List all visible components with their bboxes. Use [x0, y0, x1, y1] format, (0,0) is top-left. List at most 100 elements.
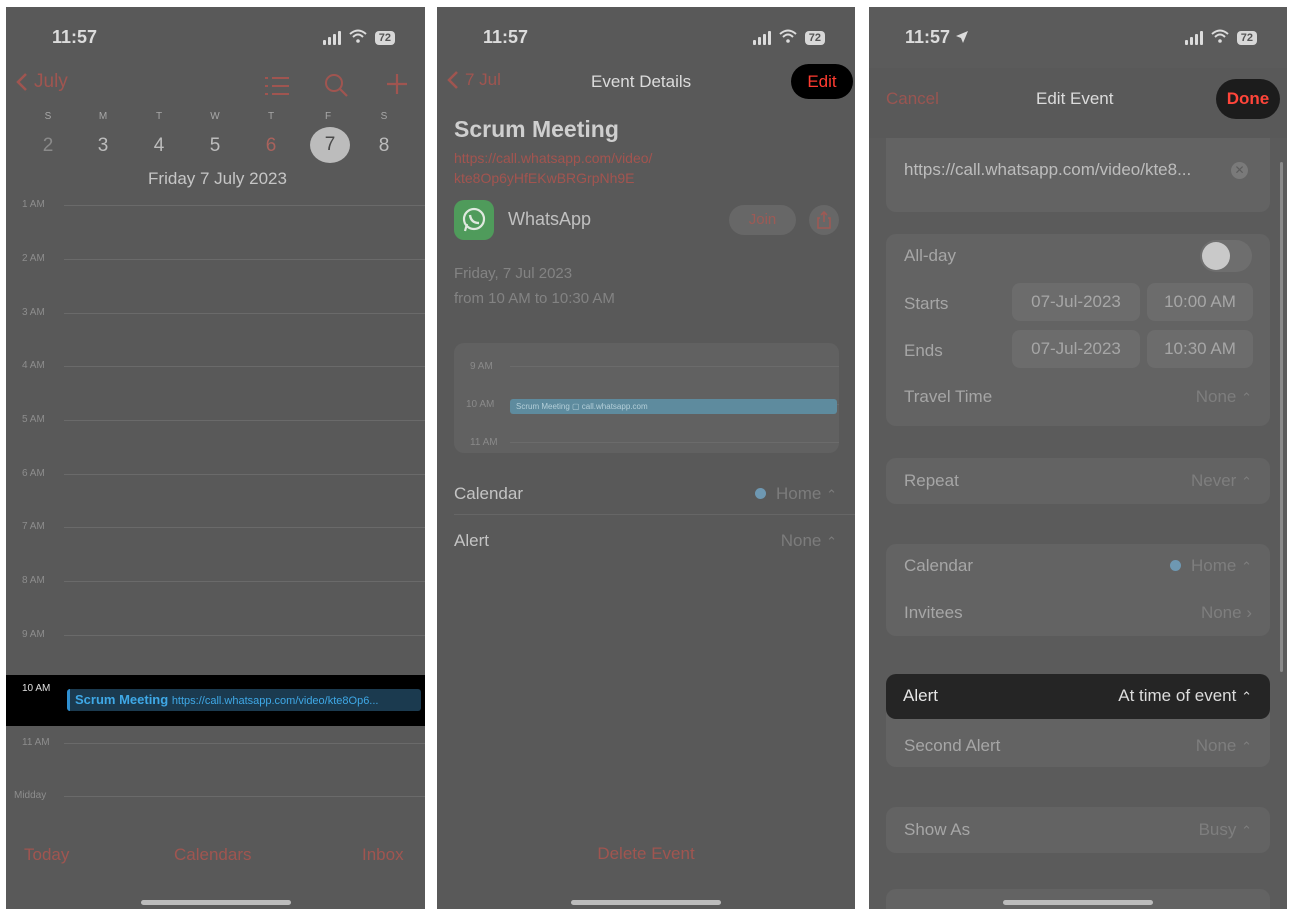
show-as-label: Show As — [904, 820, 971, 839]
alert-label: Alert — [903, 686, 938, 705]
mini-day-preview[interactable]: 9 AM 10 AM Scrum Meeting ▢ call.whatsapp… — [454, 343, 839, 453]
hour-row: 1 AM — [6, 199, 425, 219]
date-cell[interactable]: 4 — [139, 135, 179, 157]
second-alert-value[interactable]: None ⌃ — [1196, 736, 1252, 756]
repeat-value-text: Never — [1191, 471, 1237, 490]
hour-label: 9 AM — [22, 629, 45, 640]
up-down-chevron-icon: ⌃ — [1241, 559, 1252, 574]
signal-icon — [1184, 30, 1203, 45]
join-button[interactable]: Join — [729, 205, 796, 235]
invitees-value-text: None — [1200, 603, 1242, 622]
date-cell-selected[interactable]: 7 — [308, 127, 350, 163]
home-indicator — [1003, 900, 1153, 905]
starts-date-pill[interactable]: 07-Jul-2023 — [1012, 283, 1140, 321]
date-cell-today[interactable]: 6 — [251, 135, 291, 157]
home-indicator — [140, 900, 291, 905]
whatsapp-icon — [454, 200, 494, 240]
status-bar: 11:57 72 — [869, 25, 1287, 49]
scrum-meeting-event[interactable]: Scrum Meeting https://call.whatsapp.com/… — [67, 689, 421, 711]
back-label: 7 Jul — [465, 70, 501, 89]
up-down-chevron-icon: ⌃ — [1241, 390, 1252, 405]
event-url[interactable]: https://call.whatsapp.com/video/ kte8Op6… — [454, 148, 652, 188]
wifi-icon — [349, 27, 367, 48]
travel-time-value-text: None — [1195, 387, 1237, 406]
weekday-label: M — [98, 111, 108, 122]
share-icon[interactable] — [809, 205, 839, 235]
chevron-right-icon: › — [1246, 603, 1252, 622]
alert-value[interactable]: None ⌃ — [781, 531, 837, 551]
divider — [454, 514, 855, 515]
calendar-value[interactable]: Home ⌃ — [755, 484, 837, 504]
repeat-value[interactable]: Never ⌃ — [1191, 471, 1252, 491]
event-date-time: Friday, 7 Jul 2023 from 10 AM to 10:30 A… — [454, 261, 615, 311]
add-icon[interactable] — [386, 73, 408, 100]
ends-time-pill[interactable]: 10:30 AM — [1147, 330, 1253, 368]
hour-row: 5 AM — [6, 414, 425, 434]
done-button[interactable]: Done — [1216, 79, 1280, 119]
tab-calendars[interactable]: Calendars — [174, 845, 252, 865]
weekday-label: T — [267, 111, 275, 122]
mini-event-bar: Scrum Meeting ▢ call.whatsapp.com — [510, 399, 837, 414]
clear-icon[interactable]: ✕ — [1231, 162, 1248, 179]
allday-toggle[interactable] — [1200, 240, 1252, 272]
second-alert-label: Second Alert — [904, 736, 1001, 755]
event-link: https://call.whatsapp.com/video/kte8Op6.… — [171, 695, 379, 707]
edit-button[interactable]: Edit — [791, 64, 853, 99]
date-cell[interactable]: 3 — [83, 135, 123, 157]
calendar-value-text: Home — [776, 484, 822, 503]
url-field[interactable]: https://call.whatsapp.com/video/kte8... — [904, 160, 1191, 180]
ends-date-pill[interactable]: 07-Jul-2023 — [1012, 330, 1140, 368]
hour-label: Midday — [14, 790, 47, 801]
status-bar: 11:57 72 — [437, 25, 855, 49]
list-icon[interactable] — [264, 75, 290, 102]
date-cell[interactable]: 8 — [364, 135, 404, 157]
date-cell[interactable]: 5 — [195, 135, 235, 157]
alert-value-text: None — [780, 531, 822, 550]
weekday-label: T — [155, 111, 163, 122]
scrollbar[interactable] — [1280, 162, 1283, 672]
repeat-card: Repeat Never ⌃ — [886, 458, 1270, 504]
calendar-value-text: Home — [1191, 556, 1237, 575]
calendar-day-screen: 11:57 72 July S M T W T F S 2 3 4 5 6 7 … — [6, 7, 425, 909]
travel-time-value[interactable]: None ⌃ — [1196, 387, 1252, 407]
status-time: 11:57 — [483, 27, 529, 47]
allday-label: All-day — [904, 246, 956, 265]
alert-value-text: At time of event — [1118, 686, 1237, 705]
show-as-value[interactable]: Busy ⌃ — [1199, 820, 1252, 840]
home-indicator — [571, 900, 721, 905]
cancel-button[interactable]: Cancel — [886, 89, 939, 109]
show-as-card: Show As Busy ⌃ — [886, 807, 1270, 853]
status-time: 11:57 — [905, 27, 969, 48]
tab-today[interactable]: Today — [24, 845, 69, 865]
battery-indicator: 72 — [804, 30, 825, 45]
up-down-chevron-icon: ⌃ — [1241, 739, 1252, 754]
up-down-chevron-icon: ⌃ — [1241, 689, 1252, 704]
event-url-line: kte8Op6yHfEKwBRGrpNh9E — [454, 170, 635, 186]
battery-indicator: 72 — [374, 30, 395, 45]
back-button[interactable]: 7 Jul — [447, 70, 501, 90]
nav-title: Event Details — [591, 72, 692, 91]
calendar-label: Calendar — [454, 484, 523, 503]
weekday-label: F — [324, 111, 332, 122]
attachment-card — [886, 889, 1270, 909]
alert-row-highlighted[interactable]: Alert At time of event ⌃ — [886, 674, 1270, 719]
date-cell[interactable]: 2 — [28, 135, 68, 157]
hour-label: 7 AM — [22, 521, 45, 532]
invitees-value[interactable]: None › — [1201, 603, 1252, 623]
hour-row: 3 AM — [6, 307, 425, 327]
hour-label: 5 AM — [22, 414, 45, 425]
hour-label: 10 AM — [22, 683, 51, 694]
calendar-value[interactable]: Home ⌃ — [1170, 556, 1252, 576]
delete-event-button[interactable]: Delete Event — [437, 844, 855, 864]
hour-label: 6 AM — [22, 468, 45, 479]
up-down-chevron-icon: ⌃ — [826, 487, 837, 502]
alert-label: Alert — [454, 531, 489, 550]
chevron-left-icon — [16, 73, 27, 91]
nav-title: Edit Event — [1036, 89, 1114, 108]
starts-time-pill[interactable]: 10:00 AM — [1147, 283, 1253, 321]
search-icon[interactable] — [324, 73, 348, 102]
back-button[interactable]: July — [16, 71, 68, 93]
mini-hour-label: 10 AM — [466, 399, 495, 410]
hour-label: 1 AM — [22, 199, 45, 210]
tab-inbox[interactable]: Inbox — [362, 845, 404, 865]
